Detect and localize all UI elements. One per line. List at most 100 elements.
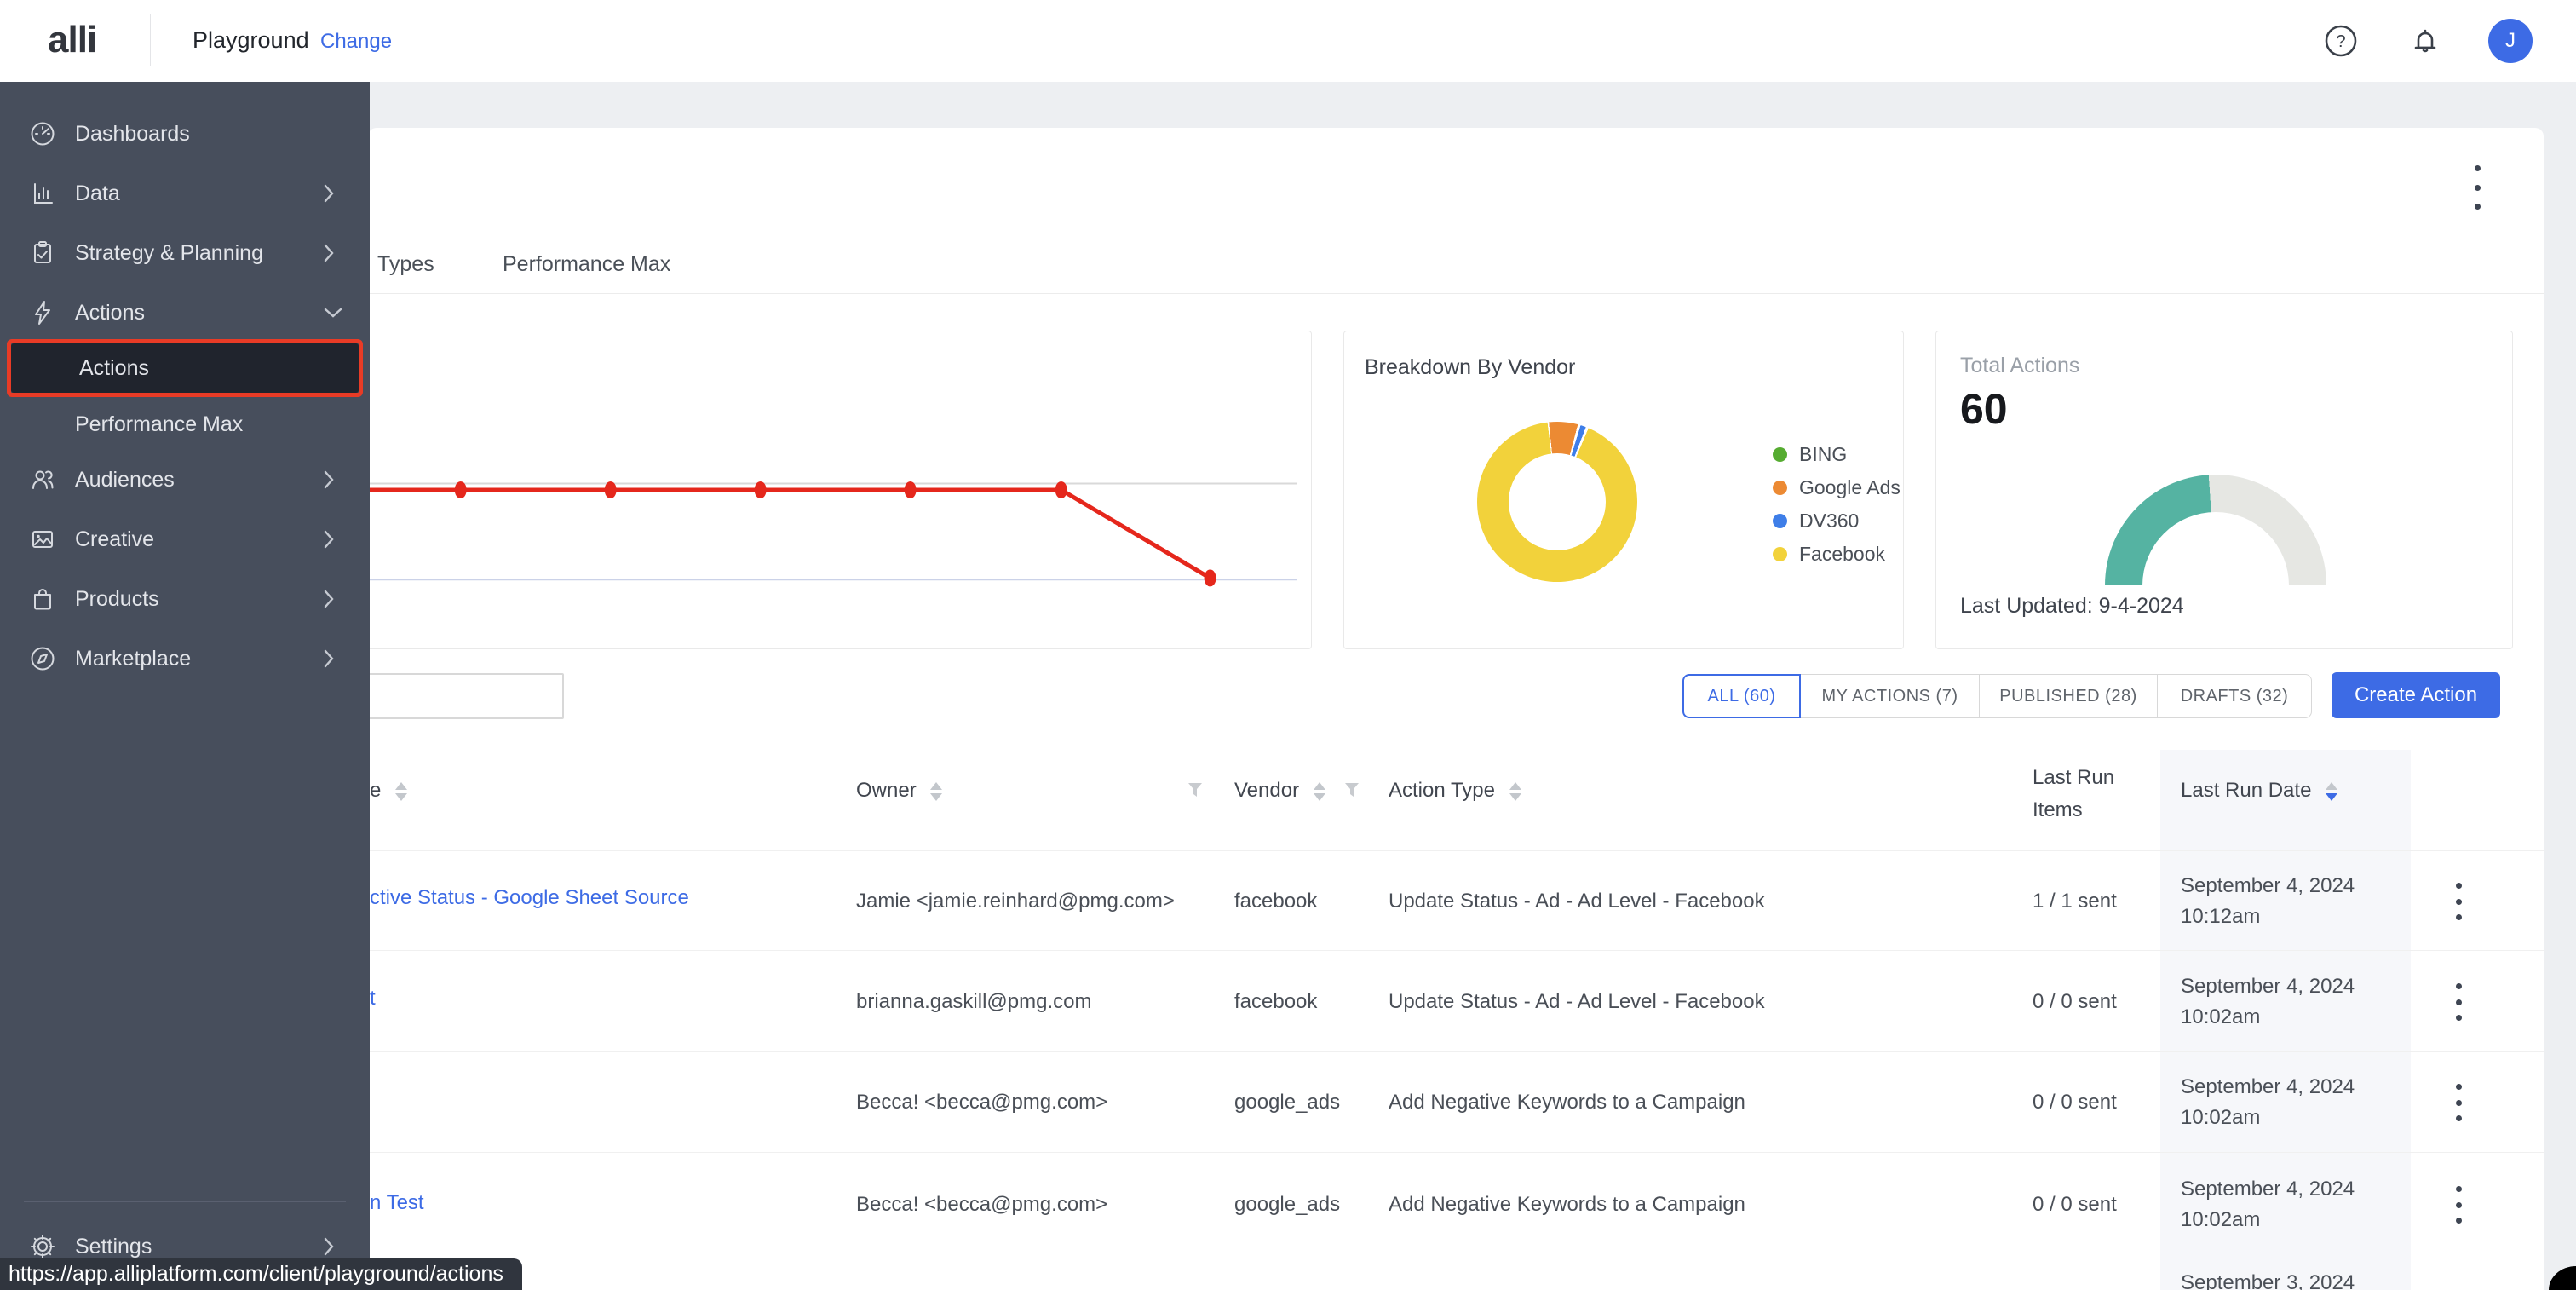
legend-item-facebook[interactable]: Facebook <box>1773 538 1900 571</box>
row-owner: Becca! <becca@pmg.com> <box>856 1193 1107 1217</box>
row-name-link[interactable]: t <box>370 987 376 1011</box>
svg-text:?: ? <box>2336 32 2345 51</box>
table-divider <box>370 950 2544 951</box>
sidebar-label: Audiences <box>75 468 175 492</box>
filter-all[interactable]: ALL (60) <box>1682 674 1801 718</box>
legend-item-google-ads[interactable]: Google Ads <box>1773 471 1900 504</box>
create-action-button[interactable]: Create Action <box>2332 672 2500 718</box>
chevron-right-icon <box>322 588 336 610</box>
legend-item-bing[interactable]: BING <box>1773 438 1900 471</box>
sort-icon-action-type[interactable] <box>1509 782 1521 801</box>
sidebar-label: Settings <box>75 1235 152 1259</box>
filter-drafts[interactable]: DRAFTS (32) <box>2158 674 2312 718</box>
table-divider <box>370 1152 2544 1153</box>
legend-label-facebook: Facebook <box>1799 543 1885 566</box>
sidebar-sublabel: Performance Max <box>75 412 243 437</box>
dashboard-icon <box>28 119 57 148</box>
legend-label-dv360: DV360 <box>1799 510 1859 533</box>
column-header-action-type[interactable]: Action Type <box>1389 779 1521 803</box>
row-kebab-icon[interactable] <box>2450 1186 2467 1224</box>
card-options-kebab-icon[interactable] <box>2469 165 2486 210</box>
row-vendor: google_ads <box>1234 1193 1340 1217</box>
column-header-name[interactable]: e <box>370 779 407 803</box>
row-action-type: Update Status - Ad - Ad Level - Facebook <box>1389 990 1765 1014</box>
column-header-last-run-items[interactable]: Last Run Items <box>2033 766 2114 822</box>
people-icon <box>28 465 57 494</box>
line-chart <box>350 331 1311 648</box>
filter-my-actions[interactable]: MY ACTIONS (7) <box>1801 674 1980 718</box>
legend-dot-dv360 <box>1773 514 1787 528</box>
vendor-donut-chart[interactable] <box>1477 422 1637 582</box>
sidebar-subitem-actions-active[interactable]: Actions <box>11 343 359 393</box>
search-input[interactable] <box>349 673 564 719</box>
sidebar-nav: Dashboards Data Strategy <box>0 82 370 1290</box>
notifications-bell-icon[interactable] <box>2407 23 2443 59</box>
vendor-legend: BING Google Ads DV360 Facebook <box>1773 438 1900 571</box>
sidebar-label: Creative <box>75 527 154 552</box>
legend-dot-bing <box>1773 447 1787 462</box>
sidebar-item-actions[interactable]: Actions <box>0 283 370 343</box>
alli-logo[interactable]: alli <box>48 19 96 61</box>
sidebar-item-data[interactable]: Data <box>0 164 370 223</box>
legend-dot-google-ads <box>1773 481 1787 495</box>
sidebar-divider <box>24 1201 346 1202</box>
tab-performance-max[interactable]: Performance Max <box>503 252 670 277</box>
column-header-last-run-date[interactable]: Last Run Date <box>2181 779 2337 803</box>
sidebar-item-dashboards[interactable]: Dashboards <box>0 104 370 164</box>
workspace-name: Playground <box>193 27 309 54</box>
row-last-run-items: 0 / 0 sent <box>2033 1193 2117 1217</box>
row-last-run-items: 1 / 1 sent <box>2033 890 2117 913</box>
row-owner: Jamie <jamie.reinhard@pmg.com> <box>856 890 1175 913</box>
filter-funnel-icon-vendor[interactable] <box>1343 780 1361 799</box>
sidebar-item-creative[interactable]: Creative <box>0 510 370 569</box>
sidebar-label: Products <box>75 587 159 612</box>
actions-filter-group: ALL (60) MY ACTIONS (7) PUBLISHED (28) D… <box>1682 674 2312 718</box>
actions-submenu-annotation: Actions <box>7 339 363 397</box>
sort-icon-owner[interactable] <box>930 782 942 801</box>
row-vendor: facebook <box>1234 890 1317 913</box>
sidebar-subitem-performance-max[interactable]: Performance Max <box>0 400 370 448</box>
legend-item-dv360[interactable]: DV360 <box>1773 504 1900 538</box>
row-kebab-icon[interactable] <box>2450 983 2467 1021</box>
header-divider <box>150 14 151 66</box>
sidebar-item-marketplace[interactable]: Marketplace <box>0 629 370 688</box>
legend-dot-facebook <box>1773 547 1787 561</box>
row-owner: brianna.gaskill@pmg.com <box>856 990 1091 1014</box>
sort-icon-name[interactable] <box>395 782 407 801</box>
sidebar-sublabel: Actions <box>79 356 149 381</box>
sidebar-item-audiences[interactable]: Audiences <box>0 450 370 510</box>
user-avatar[interactable]: J <box>2488 19 2533 63</box>
image-icon <box>28 525 57 554</box>
sidebar-item-products[interactable]: Products <box>0 569 370 629</box>
app-root: Types Performance Max Breakdown By Vendo… <box>0 0 2576 1290</box>
filter-published[interactable]: PUBLISHED (28) <box>1980 674 2158 718</box>
lightning-icon <box>28 298 57 327</box>
vendor-card-title: Breakdown By Vendor <box>1365 355 1575 380</box>
column-header-vendor[interactable]: Vendor <box>1234 779 1325 803</box>
row-kebab-icon[interactable] <box>2450 1084 2467 1121</box>
total-actions-value: 60 <box>1960 384 2008 434</box>
row-last-run-date: September 4, 2024 10:02am <box>2181 975 2355 1029</box>
sort-icon-vendor[interactable] <box>1314 782 1325 801</box>
total-actions-gauge <box>2105 475 2326 585</box>
row-name-link[interactable]: n Test <box>370 1191 424 1215</box>
sort-icon-last-run-date[interactable] <box>2326 782 2337 801</box>
filter-funnel-icon-owner[interactable] <box>1186 780 1205 799</box>
sidebar-item-strategy-planning[interactable]: Strategy & Planning <box>0 223 370 283</box>
chevron-right-icon <box>322 242 336 264</box>
gear-icon <box>28 1232 57 1261</box>
tab-action-types[interactable]: Types <box>377 252 434 277</box>
sidebar-label: Marketplace <box>75 647 191 671</box>
compass-icon <box>28 644 57 673</box>
column-header-owner[interactable]: Owner <box>856 779 942 803</box>
help-icon[interactable]: ? <box>2323 23 2359 59</box>
donut-hole <box>1509 453 1606 550</box>
row-name-link[interactable]: ctive Status - Google Sheet Source <box>370 886 689 910</box>
change-workspace-link[interactable]: Change <box>320 30 392 54</box>
status-bar-url-tooltip: https://app.alliplatform.com/client/play… <box>0 1258 522 1290</box>
top-header: alli Playground Change ? J <box>0 0 2576 82</box>
legend-label-google-ads: Google Ads <box>1799 476 1900 499</box>
chevron-right-icon <box>322 1235 336 1258</box>
table-divider <box>370 850 2544 851</box>
row-kebab-icon[interactable] <box>2450 883 2467 920</box>
